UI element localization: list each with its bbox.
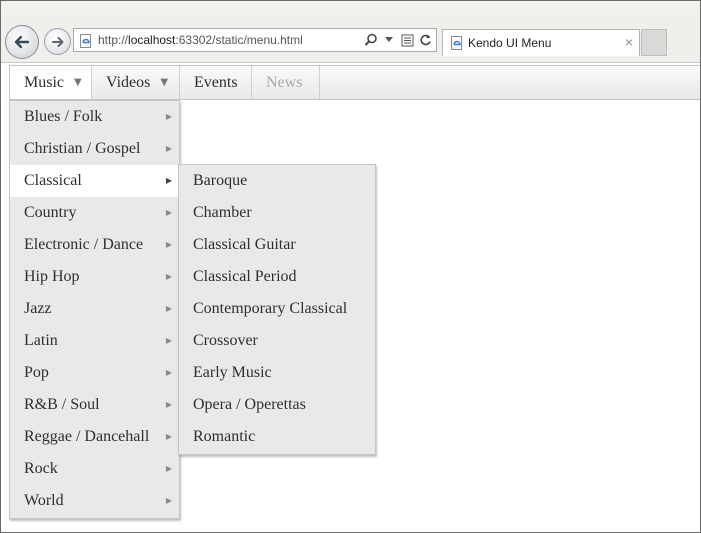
browser-chrome: http://localhost:63302/static/menu.html bbox=[1, 1, 700, 63]
submenu-item-rock[interactable]: Rock ▶ bbox=[10, 453, 179, 485]
submenu-item-label: Chamber bbox=[193, 204, 252, 221]
submenu-item-label: Baroque bbox=[193, 172, 248, 189]
menu-item-label: Events bbox=[194, 73, 238, 91]
submenu-item-label: Pop bbox=[24, 364, 49, 381]
submenu-item-pop[interactable]: Pop ▶ bbox=[10, 357, 179, 389]
url-prefix: http:// bbox=[98, 33, 129, 47]
submenu-item-blues-folk[interactable]: Blues / Folk ▶ bbox=[10, 101, 179, 133]
chevron-right-icon: ▶ bbox=[165, 400, 172, 409]
submenu-item-country[interactable]: Country ▶ bbox=[10, 197, 179, 229]
ie-page-icon bbox=[80, 34, 91, 48]
address-bar-icons bbox=[364, 32, 432, 48]
submenu-item-label: Jazz bbox=[24, 300, 52, 317]
submenu-item-early-music[interactable]: Early Music bbox=[179, 357, 375, 389]
submenu-item-label: Rock bbox=[24, 460, 58, 477]
submenu-item-label: Classical Period bbox=[193, 268, 297, 285]
back-arrow-icon bbox=[14, 35, 30, 49]
chevron-right-icon: ▶ bbox=[165, 432, 172, 441]
classical-submenu: Baroque Chamber Classical Guitar Classic… bbox=[178, 164, 376, 455]
submenu-item-label: Hip Hop bbox=[24, 268, 80, 285]
address-bar[interactable]: http://localhost:63302/static/menu.html bbox=[73, 28, 437, 52]
submenu-item-label: Classical Guitar bbox=[193, 236, 296, 253]
submenu-item-hip-hop[interactable]: Hip Hop ▶ bbox=[10, 261, 179, 293]
submenu-item-label: Opera / Operettas bbox=[193, 396, 306, 413]
dropdown-icon[interactable] bbox=[382, 32, 396, 48]
chevron-right-icon: ▶ bbox=[165, 464, 172, 473]
caret-down-icon: ▼ bbox=[74, 77, 82, 88]
menu-item-label: Music bbox=[24, 73, 64, 91]
submenu-item-world[interactable]: World ▶ bbox=[10, 485, 179, 517]
menu-item-events[interactable]: Events bbox=[180, 66, 252, 99]
submenu-item-rnb-soul[interactable]: R&B / Soul ▶ bbox=[10, 389, 179, 421]
submenu-item-reggae-dancehall[interactable]: Reggae / Dancehall ▶ bbox=[10, 421, 179, 453]
url-host: localhost bbox=[128, 33, 176, 47]
menu-item-music[interactable]: Music ▼ bbox=[10, 66, 92, 99]
menu-item-label: Videos bbox=[106, 73, 151, 91]
back-button[interactable] bbox=[5, 25, 39, 59]
submenu-item-label: Christian / Gospel bbox=[24, 140, 141, 157]
chevron-right-icon: ▶ bbox=[165, 336, 172, 345]
submenu-item-label: World bbox=[24, 492, 64, 509]
forward-button[interactable] bbox=[44, 28, 71, 55]
submenu-item-label: Romantic bbox=[193, 428, 256, 445]
chevron-right-icon: ▶ bbox=[165, 496, 172, 505]
chevron-right-icon: ▶ bbox=[165, 272, 172, 281]
submenu-item-romantic[interactable]: Romantic bbox=[179, 421, 375, 453]
submenu-item-label: Contemporary Classical bbox=[193, 300, 348, 317]
chevron-right-icon: ▶ bbox=[165, 144, 172, 153]
submenu-item-classical-period[interactable]: Classical Period bbox=[179, 261, 375, 293]
chevron-right-icon: ▶ bbox=[165, 368, 172, 377]
submenu-item-label: Reggae / Dancehall bbox=[24, 428, 150, 445]
compat-view-icon[interactable] bbox=[400, 32, 414, 48]
ie-page-icon bbox=[451, 36, 462, 50]
submenu-item-classical[interactable]: Classical ▶ bbox=[10, 165, 179, 197]
url-text: http://localhost:63302/static/menu.html bbox=[98, 33, 303, 47]
chevron-right-icon: ▶ bbox=[165, 176, 172, 185]
new-tab-button[interactable] bbox=[641, 29, 667, 56]
submenu-item-contemporary-classical[interactable]: Contemporary Classical bbox=[179, 293, 375, 325]
submenu-item-label: Country bbox=[24, 204, 77, 221]
music-submenu: Blues / Folk ▶ Christian / Gospel ▶ Classi… bbox=[9, 100, 180, 519]
title-strip bbox=[1, 1, 700, 15]
submenu-item-baroque[interactable]: Baroque bbox=[179, 165, 375, 197]
search-icon[interactable] bbox=[364, 32, 378, 48]
url-path: :63302/static/menu.html bbox=[175, 33, 303, 47]
submenu-item-label: Classical bbox=[24, 172, 82, 189]
submenu-item-label: Electronic / Dance bbox=[24, 236, 144, 253]
refresh-icon[interactable] bbox=[418, 32, 432, 48]
submenu-item-label: R&B / Soul bbox=[24, 396, 100, 413]
close-tab-icon[interactable]: × bbox=[625, 34, 633, 50]
forward-arrow-icon bbox=[51, 36, 63, 47]
submenu-item-latin[interactable]: Latin ▶ bbox=[10, 325, 179, 357]
submenu-item-crossover[interactable]: Crossover bbox=[179, 325, 375, 357]
browser-window: http://localhost:63302/static/menu.html bbox=[0, 0, 701, 533]
submenu-item-jazz[interactable]: Jazz ▶ bbox=[10, 293, 179, 325]
submenu-item-electronic-dance[interactable]: Electronic / Dance ▶ bbox=[10, 229, 179, 261]
tab-title: Kendo UI Menu bbox=[468, 36, 552, 50]
submenu-item-label: Crossover bbox=[193, 332, 258, 349]
menu-item-news: News bbox=[252, 66, 320, 99]
submenu-item-label: Blues / Folk bbox=[24, 108, 103, 125]
caret-down-icon: ▼ bbox=[160, 77, 169, 88]
submenu-item-classical-guitar[interactable]: Classical Guitar bbox=[179, 229, 375, 261]
chevron-right-icon: ▶ bbox=[165, 208, 172, 217]
submenu-item-label: Latin bbox=[24, 332, 58, 349]
menu-item-label: News bbox=[266, 73, 303, 91]
browser-tab[interactable]: Kendo UI Menu × bbox=[442, 29, 640, 56]
menu-bar: Music ▼ Videos ▼ Events News bbox=[9, 65, 700, 100]
chevron-right-icon: ▶ bbox=[165, 304, 172, 313]
chevron-right-icon: ▶ bbox=[165, 240, 172, 249]
submenu-item-label: Early Music bbox=[193, 364, 272, 381]
submenu-item-christian-gospel[interactable]: Christian / Gospel ▶ bbox=[10, 133, 179, 165]
submenu-item-chamber[interactable]: Chamber bbox=[179, 197, 375, 229]
submenu-item-opera-operettas[interactable]: Opera / Operettas bbox=[179, 389, 375, 421]
menu-item-videos[interactable]: Videos ▼ bbox=[92, 66, 180, 99]
chevron-right-icon: ▶ bbox=[165, 112, 172, 121]
